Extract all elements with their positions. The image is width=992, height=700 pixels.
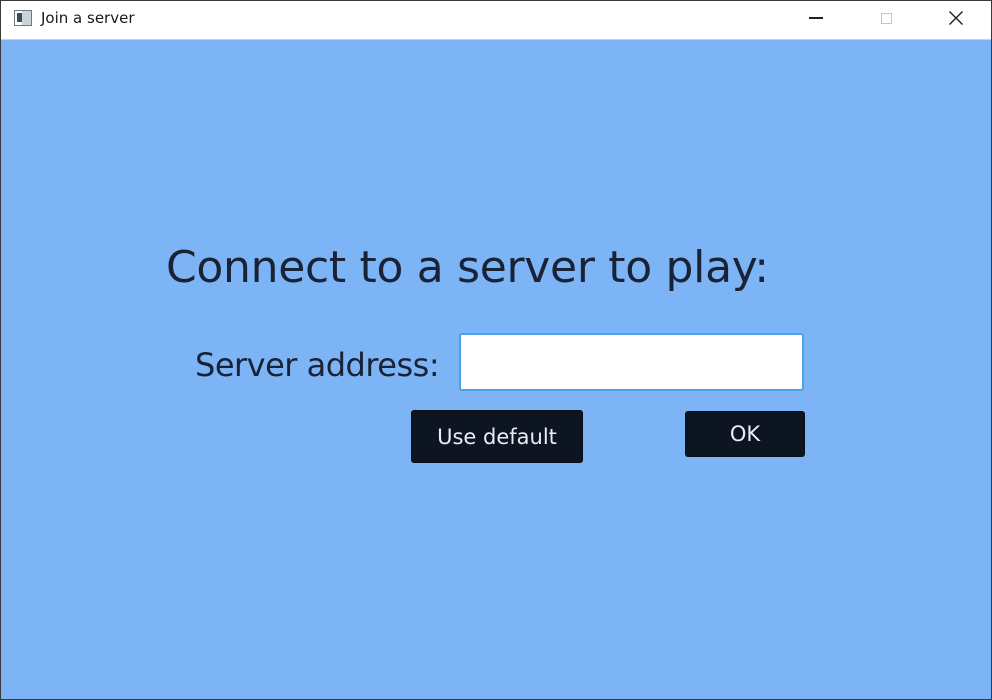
app-window-icon xyxy=(14,10,32,26)
server-address-label: Server address: xyxy=(195,346,440,384)
minimize-button[interactable] xyxy=(793,1,839,35)
server-address-input[interactable] xyxy=(459,333,804,391)
maximize-icon xyxy=(880,12,892,24)
title-bar[interactable]: Join a server xyxy=(1,1,991,40)
page-title: Connect to a server to play: xyxy=(166,242,769,293)
ok-button[interactable]: OK xyxy=(685,411,805,457)
window-content: Connect to a server to play: Server addr… xyxy=(1,40,991,699)
close-button[interactable] xyxy=(933,1,979,35)
join-server-window: Join a server Connect to a server to pla… xyxy=(0,0,992,700)
maximize-button[interactable] xyxy=(863,1,909,35)
window-title: Join a server xyxy=(41,9,135,27)
minimize-icon xyxy=(809,17,823,19)
use-default-button[interactable]: Use default xyxy=(411,410,583,463)
close-icon xyxy=(949,11,963,25)
